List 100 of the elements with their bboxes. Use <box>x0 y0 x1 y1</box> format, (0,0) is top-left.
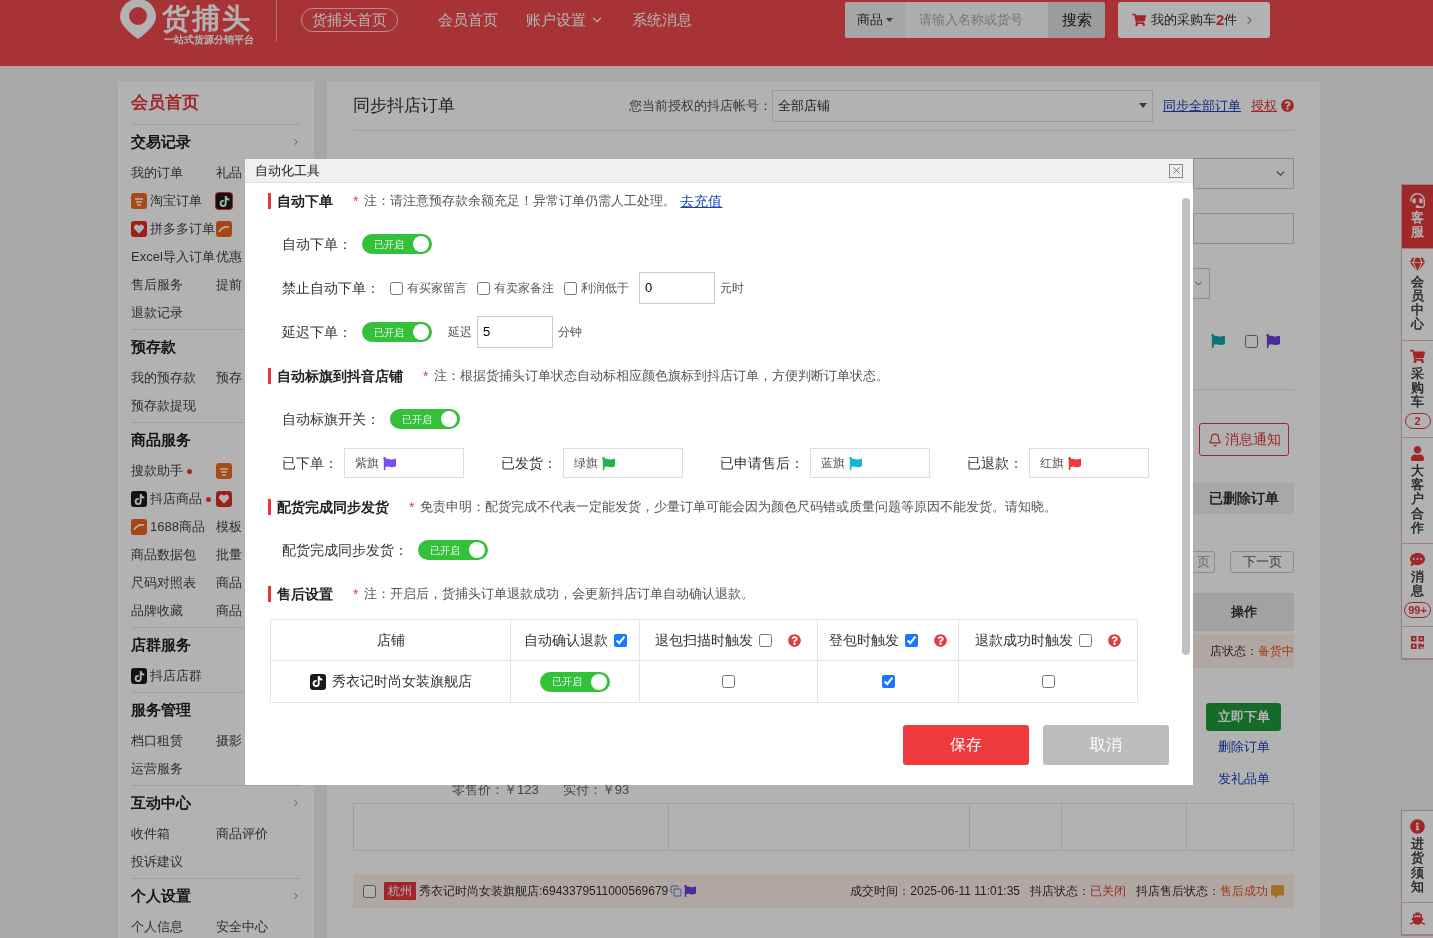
order-action-link[interactable]: 发礼品单 <box>1193 768 1294 788</box>
section-marker <box>268 368 271 384</box>
sidebar-link[interactable]: 预存 <box>216 368 242 388</box>
sidebar-link[interactable]: 商品数据包 <box>131 545 196 565</box>
sidebar-link[interactable]: 商品 <box>216 601 242 621</box>
sidebar-link[interactable]: 退款记录 <box>131 303 183 323</box>
sidebar-link[interactable]: 搜款助手 <box>131 461 183 481</box>
checkbox[interactable] <box>613 633 627 647</box>
column-header: 自动确认退款 <box>523 630 608 650</box>
search-button[interactable]: 搜索 <box>1048 2 1105 38</box>
side-tool-label: 进货须知 <box>1411 837 1424 895</box>
help-icon[interactable] <box>788 633 802 647</box>
copy-icon[interactable] <box>670 885 683 897</box>
scrollbar[interactable] <box>1182 198 1190 655</box>
checkbox[interactable] <box>721 675 735 688</box>
sidebar-heading: 互动中心 <box>131 792 191 813</box>
sidebar-link[interactable]: 运营服务 <box>131 759 183 779</box>
sidebar-link[interactable]: 批量 <box>216 545 242 565</box>
dropdown-field[interactable] <box>1193 158 1294 189</box>
column-header: 退款成功时触发 <box>975 630 1074 650</box>
help-icon[interactable] <box>934 633 948 647</box>
sidebar-link[interactable]: 礼品 <box>216 163 242 183</box>
flag-select[interactable]: 蓝旗 <box>810 448 930 478</box>
text-field[interactable] <box>1193 213 1294 244</box>
section-title: 售后设置 <box>277 584 333 604</box>
chevron-icon[interactable] <box>291 891 301 901</box>
checkbox[interactable] <box>1079 633 1093 647</box>
order-time: 成交时间：2025-06-11 11:01:35 <box>850 883 1020 900</box>
help-icon[interactable] <box>1281 99 1294 112</box>
status-value: 已关闭 <box>1090 883 1126 900</box>
sidebar-link[interactable]: 摄影 <box>216 731 242 751</box>
diamond-icon <box>1410 256 1425 272</box>
setting-label: 自动标旗开关： <box>282 409 380 429</box>
checkbox[interactable] <box>477 281 490 295</box>
checkbox[interactable] <box>759 633 773 647</box>
sidebar-link[interactable]: 投诉建议 <box>131 852 183 872</box>
next-page-button[interactable]: 下一页 <box>1230 551 1294 573</box>
sidebar-heading: 预存款 <box>131 336 176 357</box>
checkbox[interactable] <box>564 281 577 295</box>
delay-input[interactable]: 5 <box>477 316 553 348</box>
logo-subtitle: 一站式货源分销平台 <box>163 34 254 46</box>
sidebar-link[interactable]: 安全中心 <box>216 917 268 937</box>
sidebar-heading: 店群服务 <box>131 634 191 655</box>
account-select[interactable]: 全部店铺 <box>772 89 1153 122</box>
sidebar-link[interactable]: 1688商品 <box>150 517 205 537</box>
checkbox[interactable] <box>1041 675 1055 688</box>
flag-select[interactable]: 绿旗 <box>563 448 683 478</box>
save-button[interactable]: 保存 <box>903 725 1029 765</box>
sidebar-link[interactable]: 售后服务 <box>131 275 183 295</box>
notification-button[interactable]: 消息通知 <box>1199 423 1289 456</box>
option-label: 利润低于 <box>581 280 629 297</box>
sidebar-link[interactable]: 抖店店群 <box>150 666 202 686</box>
store-name: 秀衣记时尚女装旗舰店 <box>331 672 472 691</box>
sidebar-link[interactable]: 我的订单 <box>131 163 183 183</box>
category-select[interactable]: 商品 <box>845 2 905 38</box>
sidebar-heading: 个人设置 <box>131 885 191 906</box>
checkbox[interactable] <box>1245 334 1258 348</box>
sidebar-link[interactable]: 我的预存款 <box>131 368 196 388</box>
header-link[interactable]: 授权 <box>1251 95 1277 116</box>
deleted-orders-tab[interactable]: 已删除订单 <box>1193 483 1294 514</box>
side-tool-label: 会员中心 <box>1411 274 1424 332</box>
checkbox[interactable] <box>363 884 376 898</box>
checkbox[interactable] <box>881 675 895 688</box>
chevron-icon[interactable] <box>291 137 301 147</box>
sidebar-link[interactable]: 商品 <box>216 573 242 593</box>
sidebar-link[interactable]: 预存款提现 <box>131 396 196 416</box>
sidebar-link[interactable]: Excel导入订单 <box>131 247 215 267</box>
sidebar-link[interactable]: 提前 <box>216 275 242 295</box>
checkbox[interactable] <box>390 281 403 295</box>
help-icon[interactable] <box>1108 633 1122 647</box>
sidebar-link[interactable]: 模板 <box>216 517 242 537</box>
sidebar-link[interactable]: 淘宝订单 <box>150 191 202 211</box>
chat-icon <box>1410 552 1425 568</box>
side-tool-item[interactable]: 客服 <box>1402 185 1433 249</box>
sidebar-link[interactable]: 拼多多订单 <box>150 219 215 239</box>
sidebar-link[interactable]: 尺码对照表 <box>131 573 196 593</box>
status-value: 备货中 <box>1258 643 1294 660</box>
store-order-number: 秀衣记时尚女装旗舰店:6943379511000569679 <box>419 883 669 900</box>
header-link[interactable]: 同步全部订单 <box>1163 95 1241 116</box>
profit-input[interactable]: 0 <box>639 272 715 304</box>
chevron-icon[interactable] <box>291 798 301 808</box>
section-note: 免责申明：配货完成不代表一定能发货，少量订单可能会因为颜色尺码错或质量问题等原因不能发货。请知晓。 <box>420 498 1058 517</box>
sidebar-title[interactable]: 会员首页 <box>131 89 199 116</box>
flag-select[interactable]: 紫旗 <box>344 448 464 478</box>
sidebar-link[interactable]: 收件箱 <box>131 824 170 844</box>
section-title: 配货完成同步发货 <box>277 497 389 517</box>
order-action-link[interactable]: 删除订单 <box>1193 737 1294 757</box>
recharge-link[interactable]: 去充值 <box>680 190 723 212</box>
close-button[interactable] <box>1169 163 1183 178</box>
sidebar-link[interactable]: 档口租赁 <box>131 731 183 751</box>
sidebar-link[interactable]: 个人信息 <box>131 917 183 937</box>
sidebar-link[interactable]: 商品评价 <box>216 824 268 844</box>
checkbox[interactable] <box>905 633 919 647</box>
section-note: 注：开启后，货捕头订单退款成功，会更新抖店订单自动确认退款。 <box>364 585 755 604</box>
status-label: 抖店状态： <box>1030 883 1090 900</box>
sidebar-link[interactable]: 抖店商品 <box>150 489 202 509</box>
sidebar-link[interactable]: 优惠 <box>216 247 242 267</box>
sidebar-link[interactable]: 品牌收藏 <box>131 601 183 621</box>
flag-select[interactable]: 红旗 <box>1029 448 1149 478</box>
cart-button[interactable]: 我的采购车2件 <box>1118 2 1270 38</box>
